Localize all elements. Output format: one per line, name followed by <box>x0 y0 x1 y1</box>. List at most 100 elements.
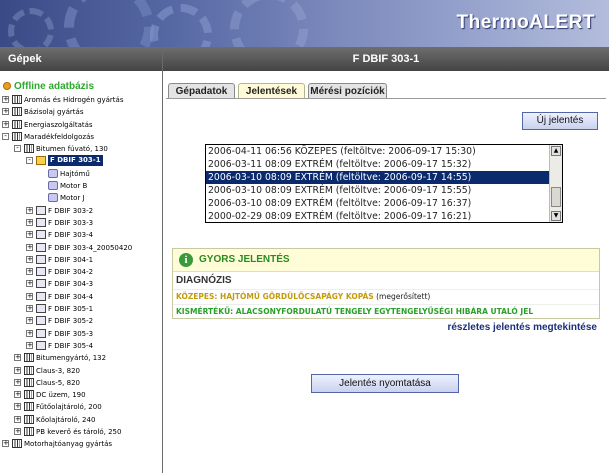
tree-item[interactable]: + Claus-5, 820 <box>0 377 162 389</box>
report-list-item[interactable]: 2006-03-10 08:09 EXTRÉM (feltöltve: 2006… <box>206 197 562 210</box>
tree-item[interactable]: + F DBIF 303-3 <box>0 217 162 229</box>
tree-item[interactable]: - Bitumen fúvató, 130 <box>0 143 162 155</box>
expand-icon[interactable]: + <box>2 440 9 448</box>
tree-item-label: F DBIF 305-3 <box>48 329 94 338</box>
report-list-item[interactable]: 2006-03-10 08:09 EXTRÉM (feltöltve: 2006… <box>206 171 562 184</box>
tree-item[interactable]: + Claus-3, 820 <box>0 365 162 377</box>
tree-rows: + Aromás és Hidrogén gyártás + Bázisolaj gy… <box>0 94 162 451</box>
brand-logo: ThermoALERT <box>456 12 595 33</box>
tree-item[interactable]: + F DBIF 305-4 <box>0 340 162 352</box>
expand-icon[interactable]: + <box>26 268 33 276</box>
tree-item[interactable]: + F DBIF 304-3 <box>0 278 162 290</box>
report-list-item[interactable]: 2006-03-10 08:09 EXTRÉM (feltöltve: 2006… <box>206 184 562 197</box>
motor-icon <box>48 193 58 203</box>
tree-item[interactable]: + F DBIF 305-2 <box>0 315 162 327</box>
tree-item[interactable]: Hajtómű <box>0 168 162 180</box>
tab-gepadatok[interactable]: Gépadatok <box>168 83 235 98</box>
tree-item-label: PB keverő és tároló, 250 <box>36 428 122 437</box>
tree-item[interactable]: + DC üzem, 190 <box>0 389 162 401</box>
expand-icon[interactable]: + <box>26 329 33 337</box>
scroll-thumb[interactable] <box>551 187 561 207</box>
tree-item[interactable]: - F DBIF 303-1 <box>0 155 162 167</box>
tree-item[interactable]: + Motorhajtóanyag gyártás <box>0 438 162 450</box>
expand-icon[interactable]: + <box>26 341 33 349</box>
tree-item[interactable]: + F DBIF 305-3 <box>0 328 162 340</box>
expand-icon[interactable]: + <box>2 108 9 116</box>
collapse-icon[interactable]: - <box>14 145 21 153</box>
tree-item-label: F DBIF 304-2 <box>48 268 94 277</box>
tree-item[interactable]: + Aromás és Hidrogén gyártás <box>0 94 162 106</box>
tree-item-label: Bázisolaj gyártás <box>24 108 84 117</box>
print-report-button[interactable]: Jelentés nyomtatása <box>311 374 459 393</box>
new-report-button[interactable]: Új jelentés <box>522 112 598 130</box>
tree-item[interactable]: + Energiaszolgáltatás <box>0 119 162 131</box>
expand-icon[interactable]: + <box>26 280 33 288</box>
factory-icon <box>12 107 22 117</box>
machine-icon <box>36 340 46 350</box>
tree-item[interactable]: + F DBIF 303-4 <box>0 229 162 241</box>
tree-item[interactable]: Motor B <box>0 180 162 192</box>
collapse-icon[interactable]: - <box>26 157 33 165</box>
machine-selected-icon <box>36 156 46 166</box>
expand-icon[interactable]: + <box>26 231 33 239</box>
tree-item[interactable]: + F DBIF 304-2 <box>0 266 162 278</box>
expand-icon[interactable]: + <box>14 354 21 362</box>
tree-item-label: Aromás és Hidrogén gyártás <box>24 96 124 104</box>
machine-icon <box>36 230 46 240</box>
quick-report-title: GYORS JELENTÉS <box>199 254 290 265</box>
report-list[interactable]: 2006-04-11 06:56 KÖZEPES (feltöltve: 200… <box>205 144 563 223</box>
expand-icon[interactable]: + <box>2 120 9 128</box>
tree-item[interactable]: + F DBIF 305-1 <box>0 303 162 315</box>
report-rows: 2006-04-11 06:56 KÖZEPES (feltöltve: 200… <box>206 145 562 222</box>
report-list-scrollbar[interactable]: ▲ ▼ <box>549 145 562 222</box>
tree-item-label: Motorhajtóanyag gyártás <box>24 440 113 449</box>
quick-report-header: i GYORS JELENTÉS <box>173 249 599 272</box>
expand-icon[interactable]: + <box>26 243 33 251</box>
expand-icon[interactable]: + <box>14 366 21 374</box>
expand-icon[interactable]: + <box>14 428 21 436</box>
expand-icon[interactable]: + <box>26 255 33 263</box>
tree-item[interactable]: + Bázisolaj gyártás <box>0 106 162 118</box>
scroll-up-icon[interactable]: ▲ <box>551 146 561 156</box>
factory-icon <box>24 144 34 154</box>
collapse-icon[interactable]: - <box>2 132 9 140</box>
expand-icon[interactable]: + <box>26 305 33 313</box>
expand-icon[interactable]: + <box>2 96 9 103</box>
diagnosis-confirmed-text: (megerősített) <box>376 292 431 301</box>
machine-icon <box>36 316 46 326</box>
expand-icon[interactable]: + <box>26 206 33 214</box>
tree-item-label: Maradékfeldolgozás <box>24 132 95 141</box>
tree-item[interactable]: Motor J <box>0 192 162 204</box>
tree-item[interactable]: + F DBIF 303-4_20050420 <box>0 242 162 254</box>
tab-jelentesek[interactable]: Jelentések <box>238 83 305 99</box>
scroll-down-icon[interactable]: ▼ <box>551 211 561 221</box>
expand-icon[interactable]: + <box>14 403 21 411</box>
tree-item[interactable]: + F DBIF 303-2 <box>0 205 162 217</box>
expand-icon[interactable]: + <box>14 391 21 399</box>
factory-icon <box>24 390 34 400</box>
report-list-item[interactable]: 2006-04-11 06:56 KÖZEPES (feltöltve: 200… <box>206 145 562 158</box>
motor-icon <box>48 168 58 178</box>
tree-item[interactable]: + F DBIF 304-4 <box>0 291 162 303</box>
details-link[interactable]: részletes jelentés megtekintése <box>447 322 597 333</box>
tree-item-label: F DBIF 303-3 <box>48 218 94 227</box>
expand-icon[interactable]: + <box>26 292 33 300</box>
tree-item[interactable]: - Maradékfeldolgozás <box>0 131 162 143</box>
machine-icon <box>36 242 46 252</box>
report-list-item[interactable]: 2006-03-11 08:09 EXTRÉM (feltöltve: 2006… <box>206 158 562 171</box>
tree-item-label: Bitumengyártó, 132 <box>36 354 107 363</box>
expand-icon[interactable]: + <box>14 415 21 423</box>
tree-item[interactable]: + Fűtőolajtároló, 200 <box>0 401 162 413</box>
machine-icon <box>36 291 46 301</box>
tree-item[interactable]: + PB keverő és tároló, 250 <box>0 426 162 438</box>
tree-item[interactable]: + F DBIF 304-1 <box>0 254 162 266</box>
expand-icon[interactable]: + <box>26 218 33 226</box>
tree-item[interactable]: + Bitumengyártó, 132 <box>0 352 162 364</box>
expand-icon[interactable]: + <box>14 378 21 386</box>
factory-icon <box>24 414 34 424</box>
tree-root[interactable]: Offline adatbázis <box>0 79 162 94</box>
tree-item[interactable]: + Kőolajtároló, 240 <box>0 414 162 426</box>
expand-icon[interactable]: + <box>26 317 33 325</box>
report-list-item[interactable]: 2000-02-29 08:09 EXTRÉM (feltöltve: 2006… <box>206 210 562 222</box>
tab-meresi-poziciok[interactable]: Mérési pozíciók <box>308 83 387 98</box>
